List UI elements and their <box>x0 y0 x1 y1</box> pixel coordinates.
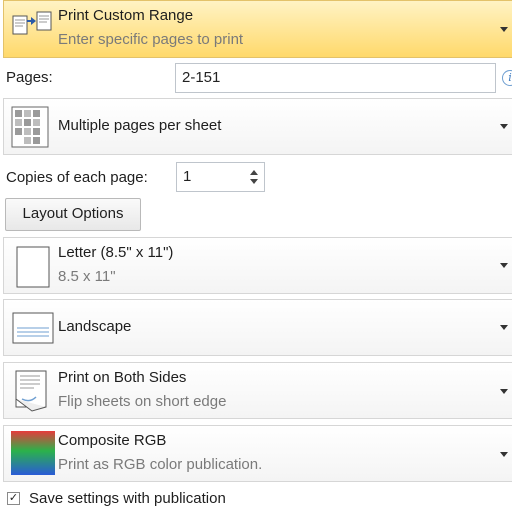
spin-down-icon[interactable] <box>250 179 258 184</box>
print-range-icon <box>10 9 54 42</box>
pages-input[interactable]: 2-151 <box>175 63 496 93</box>
duplex-chevron-down-icon <box>500 389 508 394</box>
paper-size-dropdown[interactable]: Letter (8.5" x 11") 8.5 x 11" <box>3 237 512 294</box>
save-settings-checkbox[interactable]: ✓ <box>7 492 20 505</box>
layout-options-button[interactable]: Layout Options <box>5 198 141 231</box>
print-range-subtitle: Enter specific pages to print <box>58 31 244 48</box>
print-range-dropdown[interactable]: Print Custom Range Enter specific pages … <box>3 0 512 58</box>
landscape-icon <box>12 312 54 349</box>
color-title: Composite RGB <box>58 432 167 449</box>
copies-label: Copies of each page: <box>6 169 148 186</box>
duplex-dropdown[interactable]: Print on Both Sides Flip sheets on short… <box>3 362 512 419</box>
spin-up-icon[interactable] <box>250 170 258 175</box>
pages-per-sheet-chevron-down-icon <box>500 124 508 129</box>
color-dropdown[interactable]: Composite RGB Print as RGB color publica… <box>3 425 512 482</box>
copies-spinner[interactable] <box>244 163 264 191</box>
orientation-dropdown[interactable]: Landscape <box>3 299 512 356</box>
copies-stepper[interactable]: 1 <box>176 162 265 192</box>
duplex-icon <box>12 369 52 418</box>
pages-label: Pages: <box>6 69 53 86</box>
paper-size-chevron-down-icon <box>500 263 508 268</box>
color-chevron-down-icon <box>500 452 508 457</box>
orientation-title: Landscape <box>58 318 132 335</box>
paper-size-title: Letter (8.5" x 11") <box>58 244 174 261</box>
pages-per-sheet-title: Multiple pages per sheet <box>58 117 222 134</box>
info-icon[interactable]: i <box>502 70 512 86</box>
duplex-subtitle: Flip sheets on short edge <box>58 393 227 410</box>
multiple-pages-icon <box>10 105 50 154</box>
save-settings-label: Save settings with publication <box>29 490 226 507</box>
orientation-chevron-down-icon <box>500 325 508 330</box>
print-range-title: Print Custom Range <box>58 7 194 24</box>
copies-value: 1 <box>183 168 192 185</box>
rgb-color-icon <box>10 430 56 481</box>
print-range-chevron-down-icon <box>500 27 508 32</box>
pages-per-sheet-dropdown[interactable]: Multiple pages per sheet <box>3 98 512 155</box>
color-subtitle: Print as RGB color publication. <box>58 456 263 473</box>
duplex-title: Print on Both Sides <box>58 369 187 386</box>
paper-page-icon <box>16 246 50 293</box>
paper-size-subtitle: 8.5 x 11" <box>58 268 116 285</box>
